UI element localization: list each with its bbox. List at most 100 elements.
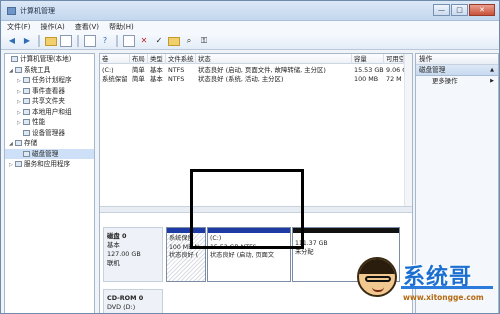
column-header-layout[interactable]: 布局 [130, 54, 148, 64]
column-header-status[interactable]: 状态 [196, 54, 352, 64]
title-bar[interactable]: 计算机管理 — □ ✕ [1, 1, 499, 21]
partition-bar [167, 228, 205, 233]
open-folder-icon[interactable] [168, 36, 180, 46]
table-row[interactable]: 系统保留 简单 基本 NTFS 状态良好 (系统, 活动, 主分区) 100 M… [100, 75, 412, 84]
volume-list: 卷 布局 类型 文件系统 状态 容量 可用空 (C:) 简单 基本 NTFS 状… [100, 54, 412, 206]
partition-bar [293, 228, 399, 233]
collapse-up-icon[interactable]: ▲ [490, 65, 494, 76]
minimize-button[interactable]: — [433, 4, 450, 16]
volume-filesystem: NTFS [168, 75, 185, 83]
services-icon [15, 161, 22, 167]
table-row[interactable]: (C:) 简单 基本 NTFS 状态良好 (启动, 页面文件, 故障转储, 主分… [100, 66, 412, 75]
check-icon[interactable]: ✓ [153, 35, 165, 47]
partition-detail: 100 MB N [169, 243, 199, 251]
device-manager-icon [23, 129, 30, 136]
show-tree-icon[interactable] [60, 35, 72, 47]
partition-c[interactable]: (C:) 15.53 GB NTFS 状态良好 (启动, 页面文 [207, 227, 291, 282]
watermark-underline [401, 286, 493, 289]
volume-layout: 简单 [132, 75, 145, 83]
column-header-filesystem[interactable]: 文件系统 [166, 54, 196, 64]
list-icon[interactable] [123, 35, 135, 47]
partition-detail: 111.37 GB [295, 240, 328, 247]
submenu-arrow-icon: ▶ [490, 78, 494, 84]
toolbar-separator [116, 35, 118, 47]
toolbar-separator [77, 35, 79, 47]
menu-help[interactable]: 帮助(H) [109, 22, 134, 32]
back-icon[interactable]: ◀ [6, 35, 18, 47]
key-icon[interactable]: ⚿ [198, 35, 210, 47]
disk-icon [23, 150, 30, 157]
column-header-type[interactable]: 类型 [148, 54, 166, 64]
disk-name: 磁盘 0 [107, 232, 127, 240]
tree-root[interactable]: 计算机管理(本地) [5, 54, 94, 65]
toolbar: ◀ ▶ ? ✕ ✓ ⌕ ⚿ [1, 33, 499, 50]
disk-size: 127.00 GB [107, 250, 141, 258]
clock-icon [23, 77, 30, 83]
event-log-icon [23, 87, 30, 94]
disk-type: 基本 [107, 241, 120, 249]
volume-capacity: 100 MB [354, 75, 379, 83]
tree-item-shared-folders[interactable]: ▷ 共享文件夹 [5, 96, 94, 107]
tree-item-task-scheduler[interactable]: ▷ 任务计划程序 [5, 75, 94, 86]
partition-detail: 15.53 GB NTFS [210, 243, 257, 251]
menu-action[interactable]: 操作(A) [41, 22, 65, 32]
tree-item-event-viewer[interactable]: ▷ 事件查看器 [5, 86, 94, 97]
tools-icon [15, 66, 22, 73]
disk-0-label[interactable]: 磁盘 0 基本 127.00 GB 联机 [103, 227, 163, 282]
partition-status: 状态良好 ( [169, 252, 199, 259]
volume-type: 基本 [150, 66, 163, 74]
tree-item-performance[interactable]: ▷ 性能 [5, 117, 94, 128]
storage-icon [15, 140, 22, 146]
delete-icon[interactable]: ✕ [138, 35, 150, 47]
volume-list-scrollbar[interactable] [404, 54, 412, 206]
partition-system-reserved[interactable]: 系统保留 100 MB N 状态良好 ( [166, 227, 206, 282]
console-tree: 计算机管理(本地) ◢ 系统工具 ▷ 任务计划程序 ▷ 事件查看器 ▷ 共享文件夹 ▷ 本… [4, 53, 95, 313]
volume-status: 状态良好 (系统, 活动, 主分区) [198, 75, 284, 83]
more-actions-link[interactable]: 更多操作 ▶ [416, 76, 498, 86]
menu-view[interactable]: 查看(V) [75, 22, 99, 32]
disk-status: 联机 [107, 259, 120, 267]
up-folder-icon[interactable] [45, 36, 57, 46]
volume-capacity: 15.53 GB [354, 66, 384, 74]
disk-icon: 磁盘 0 [107, 232, 159, 241]
volume-layout: 简单 [132, 66, 145, 74]
partition-name: 系统保留 [169, 235, 194, 242]
watermark-url: www.xitongge.com [403, 293, 484, 302]
forward-icon[interactable]: ▶ [21, 35, 33, 47]
tree-item-services-apps[interactable]: ▷ 服务和应用程序 [5, 159, 94, 170]
horizontal-splitter[interactable] [100, 206, 412, 213]
tree-item-local-users[interactable]: ▷ 本地用户和组 [5, 107, 94, 118]
menu-file[interactable]: 文件(F) [7, 22, 31, 32]
column-header-free[interactable]: 可用空 [384, 54, 404, 64]
actions-section-disk-management[interactable]: 磁盘管理 ▲ [416, 65, 498, 76]
column-header-capacity[interactable]: 容量 [352, 54, 384, 64]
search-icon[interactable]: ⌕ [183, 35, 195, 47]
properties-icon[interactable] [84, 35, 96, 47]
partition-status: 未分配 [295, 248, 314, 256]
partition-bar [208, 228, 290, 233]
computer-icon [11, 56, 18, 62]
column-header-volume[interactable]: 卷 [100, 54, 130, 64]
volume-type: 基本 [150, 75, 163, 83]
volume-free: 72 M [386, 75, 402, 83]
tree-item-system-tools[interactable]: ◢ 系统工具 [5, 65, 94, 76]
help-icon[interactable]: ? [99, 35, 111, 47]
close-button[interactable]: ✕ [469, 4, 495, 16]
volume-name: (C:) [102, 66, 114, 74]
partition-name: (C:) [210, 235, 222, 242]
menu-bar: 文件(F) 操作(A) 查看(V) 帮助(H) [1, 21, 499, 33]
cdrom-0-label[interactable]: CD-ROM 0 DVD (D:) [103, 289, 163, 313]
folder-icon [23, 98, 30, 104]
tree-item-disk-management[interactable]: 磁盘管理 [5, 148, 94, 159]
toolbar-separator [38, 35, 40, 47]
mascot-face-icon [357, 257, 397, 297]
performance-icon [23, 119, 30, 125]
tree-item-storage[interactable]: ◢ 存储 [5, 138, 94, 149]
volume-free: 9.06 G [386, 66, 404, 74]
volume-filesystem: NTFS [168, 66, 185, 74]
partition-status: 状态良好 (启动, 页面文 [210, 252, 275, 259]
users-icon [23, 108, 30, 115]
tree-item-device-manager[interactable]: 设备管理器 [5, 128, 94, 139]
maximize-button[interactable]: □ [451, 4, 468, 16]
watermark-logo: 系统哥 www.xitongge.com [353, 249, 499, 313]
